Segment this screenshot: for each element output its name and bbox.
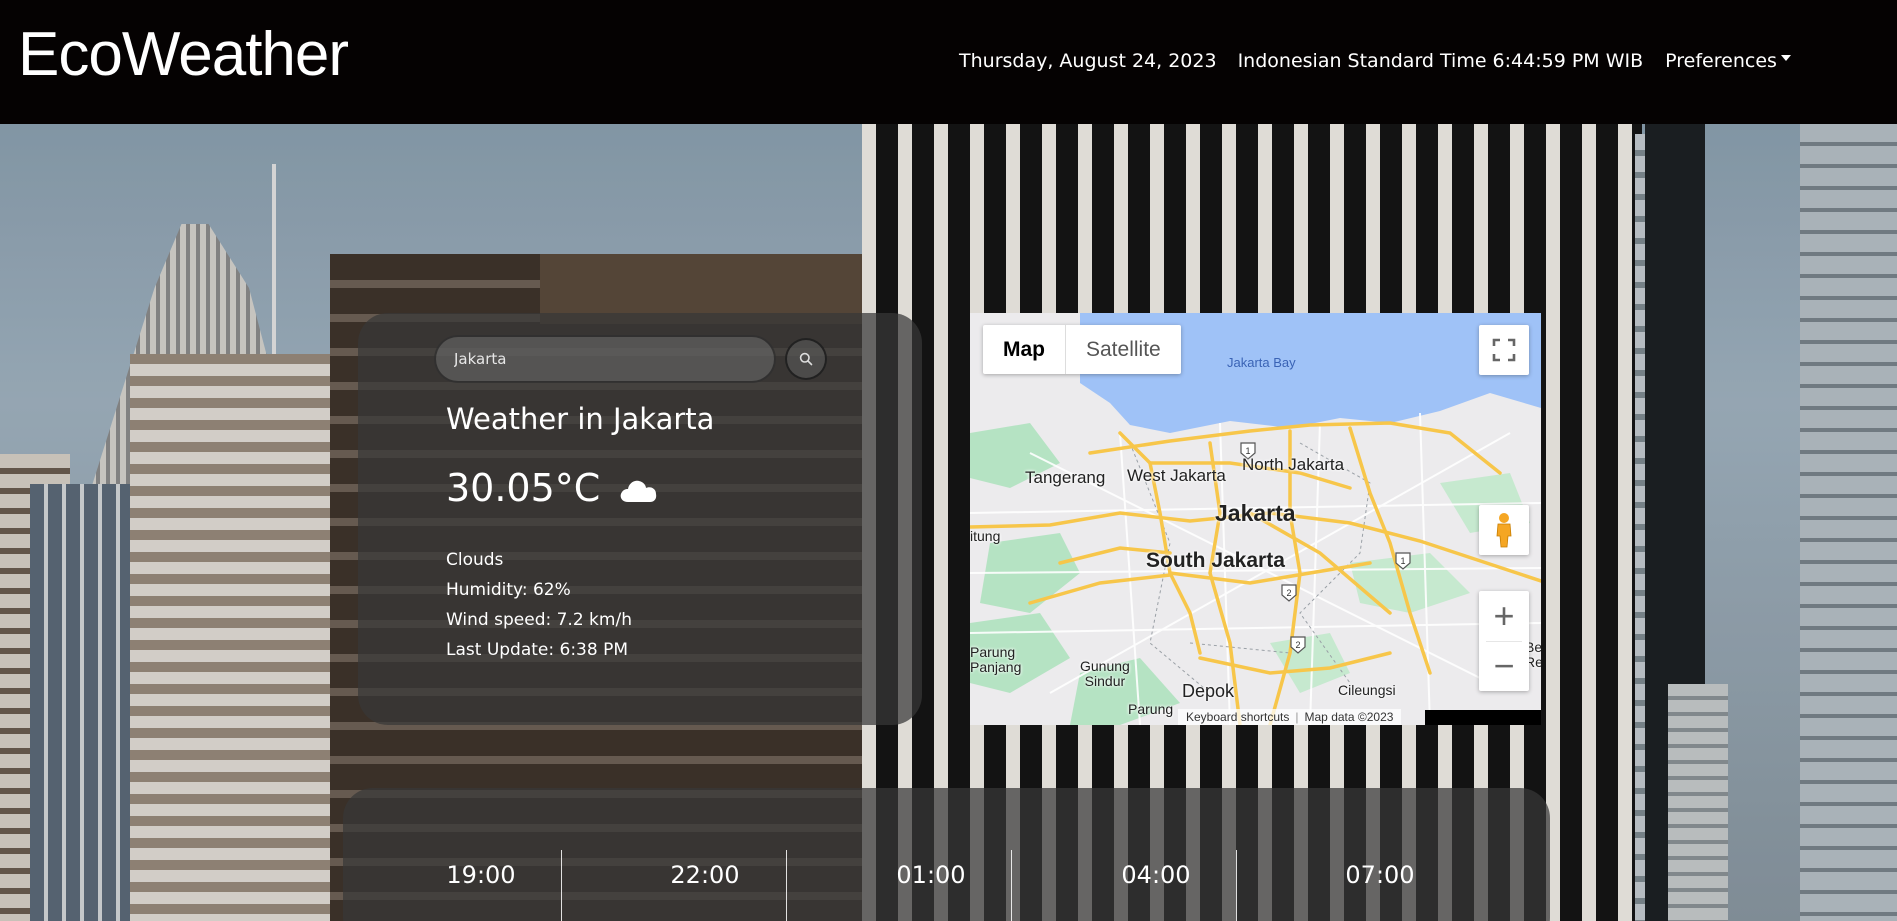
fullscreen-button[interactable] — [1479, 325, 1529, 375]
map-label-cileungsi: Cileungsi — [1338, 682, 1396, 698]
weather-details: Clouds Humidity: 62% Wind speed: 7.2 km/… — [446, 545, 632, 665]
map-label-tangerang: Tangerang — [1025, 468, 1106, 487]
shield-label: 2 — [1295, 640, 1300, 650]
temperature-value: 30.05°C — [446, 466, 601, 510]
map-type-map-button[interactable]: Map — [983, 325, 1066, 374]
zoom-out-button[interactable]: − — [1479, 641, 1529, 691]
city-search-input[interactable] — [434, 335, 776, 383]
forecast-hour-2: 22:00 — [670, 861, 740, 889]
map-label-itung: itung — [970, 528, 1001, 544]
forecast-hour-5: 07:00 — [1345, 861, 1415, 889]
forecast-divider — [1011, 850, 1012, 921]
map-footer: Keyboard shortcuts | Map data ©2023 — [1178, 709, 1402, 725]
forecast-divider — [1236, 850, 1237, 921]
keyboard-shortcuts-link[interactable]: Keyboard shortcuts — [1186, 710, 1289, 724]
forecast-divider — [561, 850, 562, 921]
current-date: Thursday, August 24, 2023 — [959, 50, 1217, 72]
temperature-row: 30.05°C — [446, 466, 660, 510]
shield-label: 2 — [1286, 588, 1291, 598]
preferences-dropdown[interactable]: Preferences — [1665, 50, 1791, 72]
forecast-divider — [786, 850, 787, 921]
forecast-hour-3: 01:00 — [896, 861, 966, 889]
weather-title: Weather in Jakarta — [446, 402, 715, 436]
map-label-parung-panjang: Parung Panjang — [970, 644, 1022, 675]
map-label-west-jakarta: West Jakarta — [1127, 466, 1226, 485]
pegman-icon — [1496, 513, 1512, 548]
caret-down-icon — [1780, 55, 1791, 61]
map-type-toggle: Map Satellite — [983, 325, 1181, 374]
top-navbar: EcoWeather Thursday, August 24, 2023 Ind… — [0, 0, 1897, 124]
map-label-bay: Jakarta Bay — [1227, 355, 1296, 370]
search-icon — [799, 352, 813, 366]
cloud-icon — [620, 480, 657, 502]
hourly-forecast-panel — [343, 788, 1550, 921]
forecast-hour-1: 19:00 — [446, 861, 516, 889]
forecast-hour-4: 04:00 — [1121, 861, 1191, 889]
map-label-parung: Parung — [1128, 701, 1174, 717]
humidity-text: Humidity: 62% — [446, 580, 571, 600]
preferences-label: Preferences — [1665, 50, 1777, 72]
map-label-depok: Depok — [1182, 681, 1235, 701]
weather-description: Clouds — [446, 550, 504, 570]
search-button[interactable] — [785, 338, 827, 380]
fullscreen-icon — [1492, 338, 1516, 362]
zoom-controls: + − — [1479, 591, 1529, 691]
footer-separator: | — [1295, 710, 1299, 724]
map-widget[interactable]: 1 1 2 2 Jakarta Bay Tangerang West Jakar… — [970, 313, 1541, 725]
wind-speed-text: Wind speed: 7.2 km/h — [446, 610, 632, 630]
map-type-satellite-button[interactable]: Satellite — [1066, 325, 1181, 374]
app-logo[interactable]: EcoWeather — [18, 18, 349, 92]
street-view-pegman[interactable] — [1479, 505, 1529, 555]
shield-label: 1 — [1400, 556, 1405, 566]
nav-bar: Thursday, August 24, 2023 Indonesian Sta… — [959, 50, 1791, 72]
map-label-gunung-sindur: Gunung Sindur — [1080, 658, 1130, 689]
map-label-north-jakarta: North Jakarta — [1242, 455, 1345, 474]
zoom-in-button[interactable]: + — [1479, 591, 1529, 641]
map-label-south-jakarta: South Jakarta — [1146, 549, 1285, 572]
map-label-jakarta: Jakarta — [1215, 500, 1296, 526]
map-data-attribution[interactable]: Map data ©2023 — [1305, 710, 1394, 724]
map-footer-overflow — [1425, 710, 1541, 725]
last-update-text: Last Update: 6:38 PM — [446, 640, 629, 660]
current-time: Indonesian Standard Time 6:44:59 PM WIB — [1237, 50, 1644, 72]
